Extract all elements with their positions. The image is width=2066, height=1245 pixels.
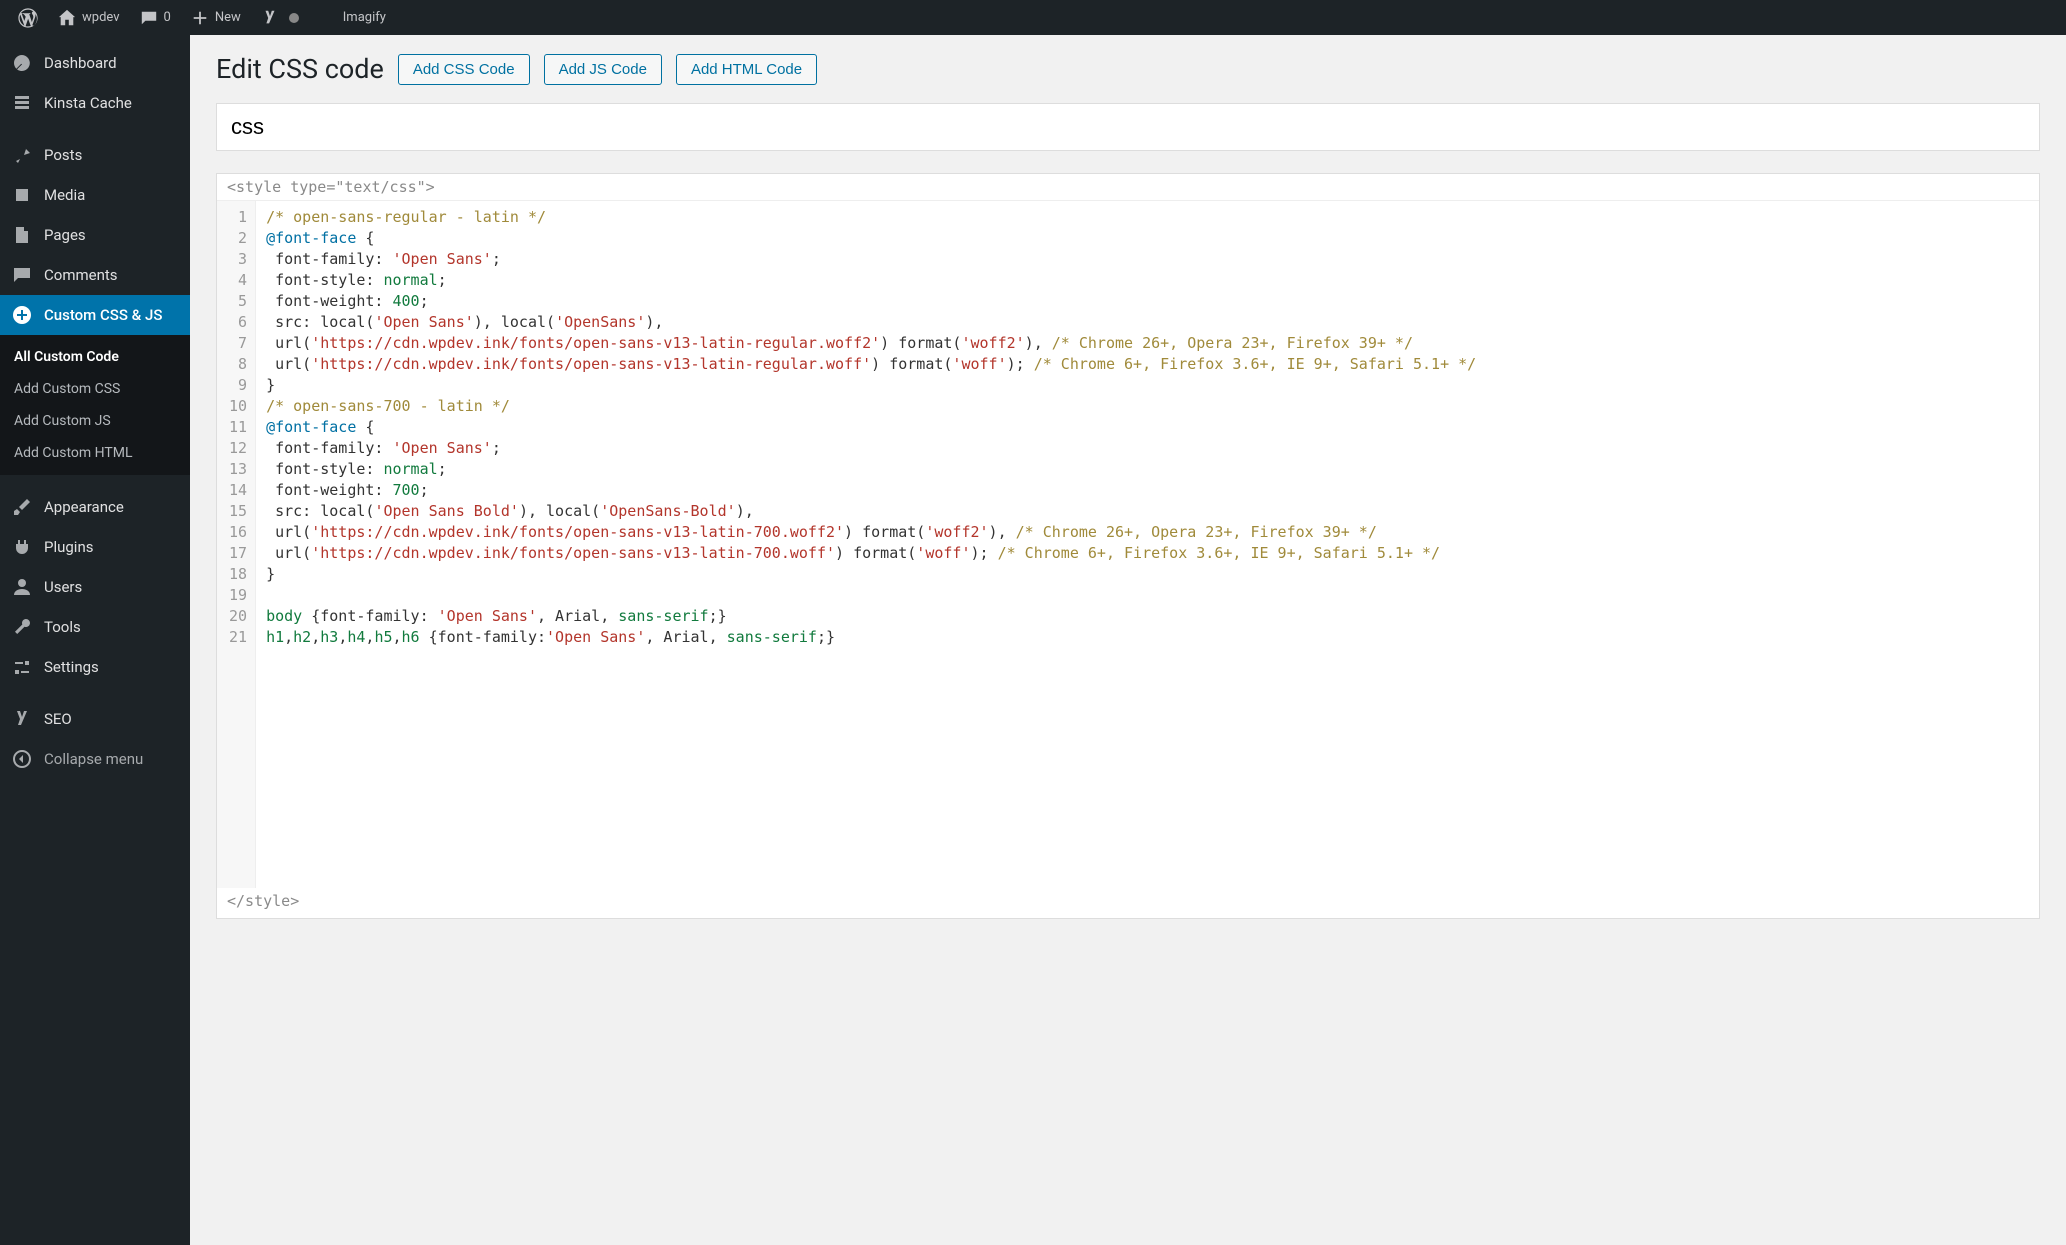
sidebar-item-label: Appearance [44, 498, 124, 516]
add-js-code-button[interactable]: Add JS Code [544, 54, 662, 85]
sidebar-item-plugins[interactable]: Plugins [0, 527, 190, 567]
imagify-label: Imagify [343, 10, 386, 25]
sidebar-item-label: SEO [44, 710, 72, 728]
collapse-icon [12, 749, 32, 769]
media-icon [12, 185, 32, 205]
code-area[interactable]: /* open-sans-regular - latin */@font-fac… [256, 201, 2039, 888]
sidebar-item-label: Collapse menu [44, 750, 143, 768]
yoast-button[interactable] [251, 0, 309, 35]
dashboard-icon [12, 53, 32, 73]
sidebar-item-label: Media [44, 186, 85, 204]
sidebar-item-seo[interactable]: SEO [0, 699, 190, 739]
plus-icon [191, 9, 209, 27]
yoast-icon [261, 9, 279, 27]
code-editor: <style type="text/css"> 1234567891011121… [216, 173, 2040, 919]
comments-count: 0 [164, 10, 171, 25]
new-button[interactable]: New [181, 0, 251, 35]
sidebar-item-label: Users [44, 578, 82, 596]
sidebar-item-tools[interactable]: Tools [0, 607, 190, 647]
sidebar-item-label: Dashboard [44, 54, 117, 72]
editor-close-tag: </style> [217, 888, 2039, 918]
wrench-icon [12, 617, 32, 637]
sidebar-item-media[interactable]: Media [0, 175, 190, 215]
sidebar-item-kinsta-cache[interactable]: Kinsta Cache [0, 83, 190, 123]
site-home-button[interactable]: wpdev [48, 0, 130, 35]
submenu-add-custom-js[interactable]: Add Custom JS [0, 405, 190, 437]
submenu-add-custom-html[interactable]: Add Custom HTML [0, 437, 190, 469]
brush-icon [12, 497, 32, 517]
sidebar-item-label: Settings [44, 658, 99, 676]
sidebar-item-comments[interactable]: Comments [0, 255, 190, 295]
comments-button[interactable]: 0 [130, 0, 181, 35]
page-title: Edit CSS code [216, 53, 384, 85]
add-html-code-button[interactable]: Add HTML Code [676, 54, 817, 85]
comment-icon [12, 265, 32, 285]
editor-open-tag: <style type="text/css"> [217, 174, 2039, 201]
admin-toolbar: wpdev 0 New Imagify [0, 0, 2066, 35]
plug-icon [12, 537, 32, 557]
cache-icon [12, 93, 32, 113]
sidebar-item-pages[interactable]: Pages [0, 215, 190, 255]
sidebar-item-label: Pages [44, 226, 86, 244]
admin-sidebar: Dashboard Kinsta Cache Posts Media Pages… [0, 35, 190, 1245]
wp-logo-icon [18, 8, 38, 28]
sidebar-item-users[interactable]: Users [0, 567, 190, 607]
sidebar-item-label: Plugins [44, 538, 93, 556]
pin-icon [12, 145, 32, 165]
line-number-gutter: 123456789101112131415161718192021 [217, 201, 256, 888]
sidebar-item-label: Tools [44, 618, 81, 636]
site-name-label: wpdev [82, 10, 120, 25]
add-css-code-button[interactable]: Add CSS Code [398, 54, 530, 85]
sidebar-item-label: Custom CSS & JS [44, 306, 162, 324]
seo-icon [12, 709, 32, 729]
main-content: Edit CSS code Add CSS Code Add JS Code A… [190, 35, 2066, 1245]
sidebar-item-label: Posts [44, 146, 82, 164]
sliders-icon [12, 657, 32, 677]
submenu-add-custom-css[interactable]: Add Custom CSS [0, 373, 190, 405]
sidebar-item-appearance[interactable]: Appearance [0, 487, 190, 527]
new-label: New [215, 10, 241, 25]
sidebar-collapse-button[interactable]: Collapse menu [0, 739, 190, 779]
page-header: Edit CSS code Add CSS Code Add JS Code A… [216, 53, 2040, 85]
comments-icon [140, 9, 158, 27]
submenu-all-custom-code[interactable]: All Custom Code [0, 341, 190, 373]
pages-icon [12, 225, 32, 245]
status-dot-icon [289, 13, 299, 23]
sidebar-item-dashboard[interactable]: Dashboard [0, 43, 190, 83]
sidebar-item-custom-css-js[interactable]: Custom CSS & JS [0, 295, 190, 335]
home-icon [58, 9, 76, 27]
sidebar-item-label: Kinsta Cache [44, 94, 132, 112]
sidebar-item-settings[interactable]: Settings [0, 647, 190, 687]
sidebar-submenu: All Custom Code Add Custom CSS Add Custo… [0, 335, 190, 475]
imagify-button[interactable]: Imagify [333, 0, 396, 35]
sidebar-item-label: Comments [44, 266, 118, 284]
user-icon [12, 577, 32, 597]
wp-logo-button[interactable] [8, 0, 48, 35]
sidebar-item-posts[interactable]: Posts [0, 135, 190, 175]
plus-circle-icon [12, 305, 32, 325]
document-title-input[interactable] [216, 103, 2040, 151]
